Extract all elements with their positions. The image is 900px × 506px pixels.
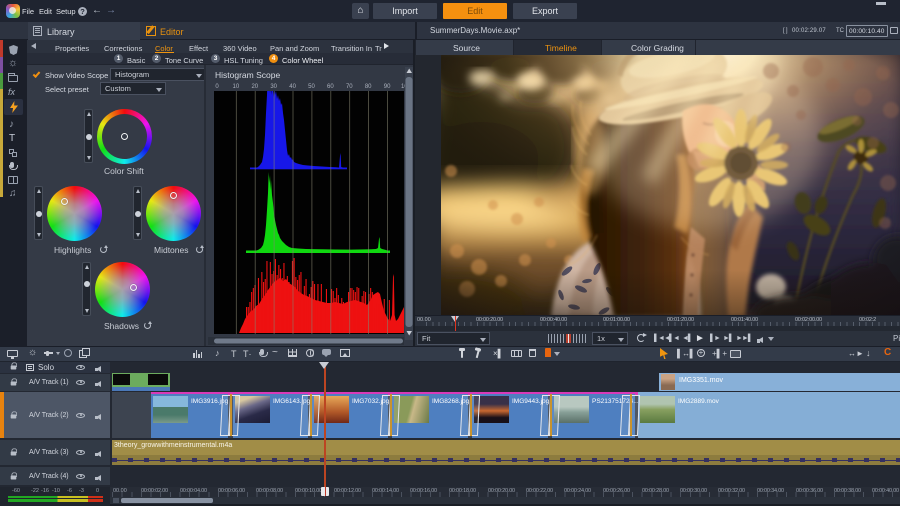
svg-text:30: 30 (270, 84, 277, 90)
svg-text:10: 10 (233, 84, 240, 90)
svg-text:80: 80 (365, 84, 372, 90)
svg-text:40: 40 (289, 84, 296, 90)
svg-text:70: 70 (346, 84, 353, 90)
svg-text:90: 90 (384, 84, 391, 90)
svg-text:50: 50 (308, 84, 315, 90)
svg-text:60: 60 (327, 84, 334, 90)
svg-text:20: 20 (251, 84, 258, 90)
svg-text:Histogram Scope: Histogram Scope (215, 70, 280, 80)
